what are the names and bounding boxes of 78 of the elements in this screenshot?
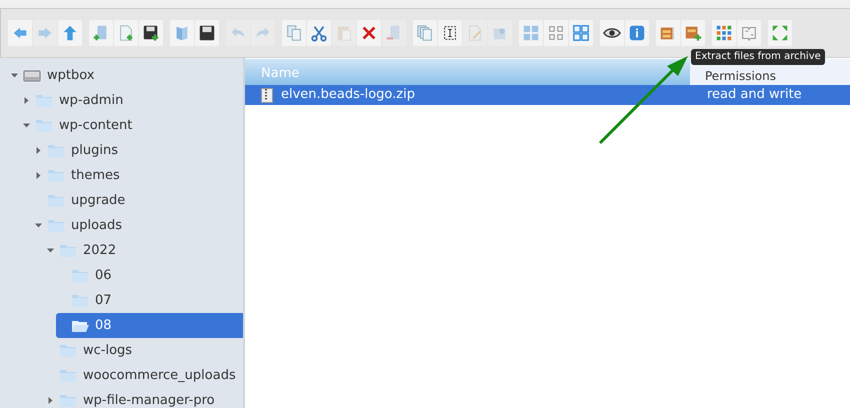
- tree-label: wp-admin: [59, 92, 124, 110]
- tree-label: wc-logs: [83, 342, 132, 360]
- open-folder-icon: [71, 318, 89, 332]
- folder-icon: [47, 144, 65, 158]
- new-file-icon: [117, 24, 135, 42]
- folder-icon: [35, 118, 53, 132]
- tree-item[interactable]: themes: [32, 163, 243, 188]
- tree-item[interactable]: wptbox: [8, 63, 243, 88]
- expanded-triangle-icon[interactable]: [34, 222, 42, 229]
- tree-label: wp-file-manager-pro: [83, 392, 215, 408]
- collapsed-triangle-icon[interactable]: [34, 172, 42, 179]
- tree-item[interactable]: uploads: [32, 213, 243, 238]
- folder-icon: [71, 294, 89, 308]
- pencil-icon: [466, 24, 484, 42]
- folder-icon: [59, 344, 77, 358]
- folder-icon: [35, 94, 53, 108]
- zip-file-icon: [261, 88, 273, 102]
- tree-item[interactable]: wc-logs: [44, 338, 243, 363]
- tree-item[interactable]: wp-admin: [20, 88, 243, 113]
- tree-item[interactable]: 08: [56, 313, 243, 338]
- tree-item[interactable]: 07: [56, 288, 243, 313]
- drive-icon: [23, 68, 41, 82]
- expanded-triangle-icon[interactable]: [22, 122, 30, 129]
- tiles-icon: [572, 24, 590, 42]
- tree-label: 2022: [83, 242, 116, 260]
- tree-label: themes: [71, 166, 120, 185]
- tree-label: upgrade: [71, 192, 126, 210]
- folder-icon: [59, 394, 77, 408]
- small-grid-icon: [547, 24, 565, 42]
- folder-icon: [47, 218, 65, 232]
- collapsed-triangle-icon[interactable]: [34, 147, 42, 154]
- expanded-triangle-icon[interactable]: [10, 72, 18, 79]
- tree-label: plugins: [71, 142, 118, 160]
- tree-item[interactable]: wp-file-manager-pro: [44, 388, 243, 408]
- toolbar-button[interactable]: [139, 20, 163, 46]
- collapsed-triangle-icon[interactable]: [46, 397, 54, 404]
- tree-label: wp-content: [59, 116, 132, 135]
- sort-card-icon: [740, 24, 758, 42]
- folder-icon: [59, 368, 77, 382]
- archive-plus-icon: [684, 24, 702, 42]
- tree-item[interactable]: upgrade: [32, 188, 243, 213]
- large-grid-icon: [522, 24, 540, 42]
- floppy-icon: [198, 24, 216, 42]
- floppy-plus-icon: [142, 24, 160, 42]
- copy-icon: [285, 24, 303, 42]
- tree-label: woocommerce_uploads: [83, 366, 236, 385]
- folder-icon: [47, 194, 65, 208]
- expand-arrows-icon: [771, 24, 789, 42]
- tree-label: wptbox: [47, 66, 94, 85]
- tree-item[interactable]: 06: [56, 263, 243, 288]
- tree-item[interactable]: woocommerce_uploads: [44, 363, 243, 388]
- scissors-icon: [310, 24, 328, 42]
- info-icon: [628, 24, 646, 42]
- tree-label: 06: [95, 266, 112, 285]
- file-row[interactable]: elven.beads-logo.zip read and write: [245, 85, 850, 105]
- clipboard-icon: [335, 24, 353, 42]
- folder-icon: [71, 268, 89, 282]
- file-name: elven.beads-logo.zip: [281, 86, 415, 104]
- tree-item[interactable]: plugins: [32, 138, 243, 163]
- collapsed-triangle-icon[interactable]: [22, 97, 30, 104]
- documents-icon: [416, 24, 434, 42]
- delete-x-icon: [360, 24, 378, 42]
- tree-label: uploads: [71, 216, 122, 235]
- toolbar-button[interactable]: [195, 20, 219, 46]
- toolbar-button[interactable]: [600, 20, 624, 46]
- up-arrow-icon: [61, 24, 79, 42]
- file-permissions: read and write: [706, 86, 802, 104]
- expanded-triangle-icon[interactable]: [46, 247, 54, 254]
- tree-item[interactable]: 2022: [44, 238, 243, 263]
- folder-icon: [59, 244, 77, 258]
- tree-item[interactable]: wp-content: [20, 113, 243, 138]
- toolbar-button[interactable]: [438, 20, 462, 46]
- dot-grid-icon: [715, 24, 733, 42]
- selection-icon: [441, 24, 459, 42]
- folder-icon: [47, 168, 65, 182]
- tree-label: 07: [95, 292, 112, 310]
- tree-label: 08: [95, 316, 112, 335]
- tooltip: Extract files from archive: [691, 49, 825, 65]
